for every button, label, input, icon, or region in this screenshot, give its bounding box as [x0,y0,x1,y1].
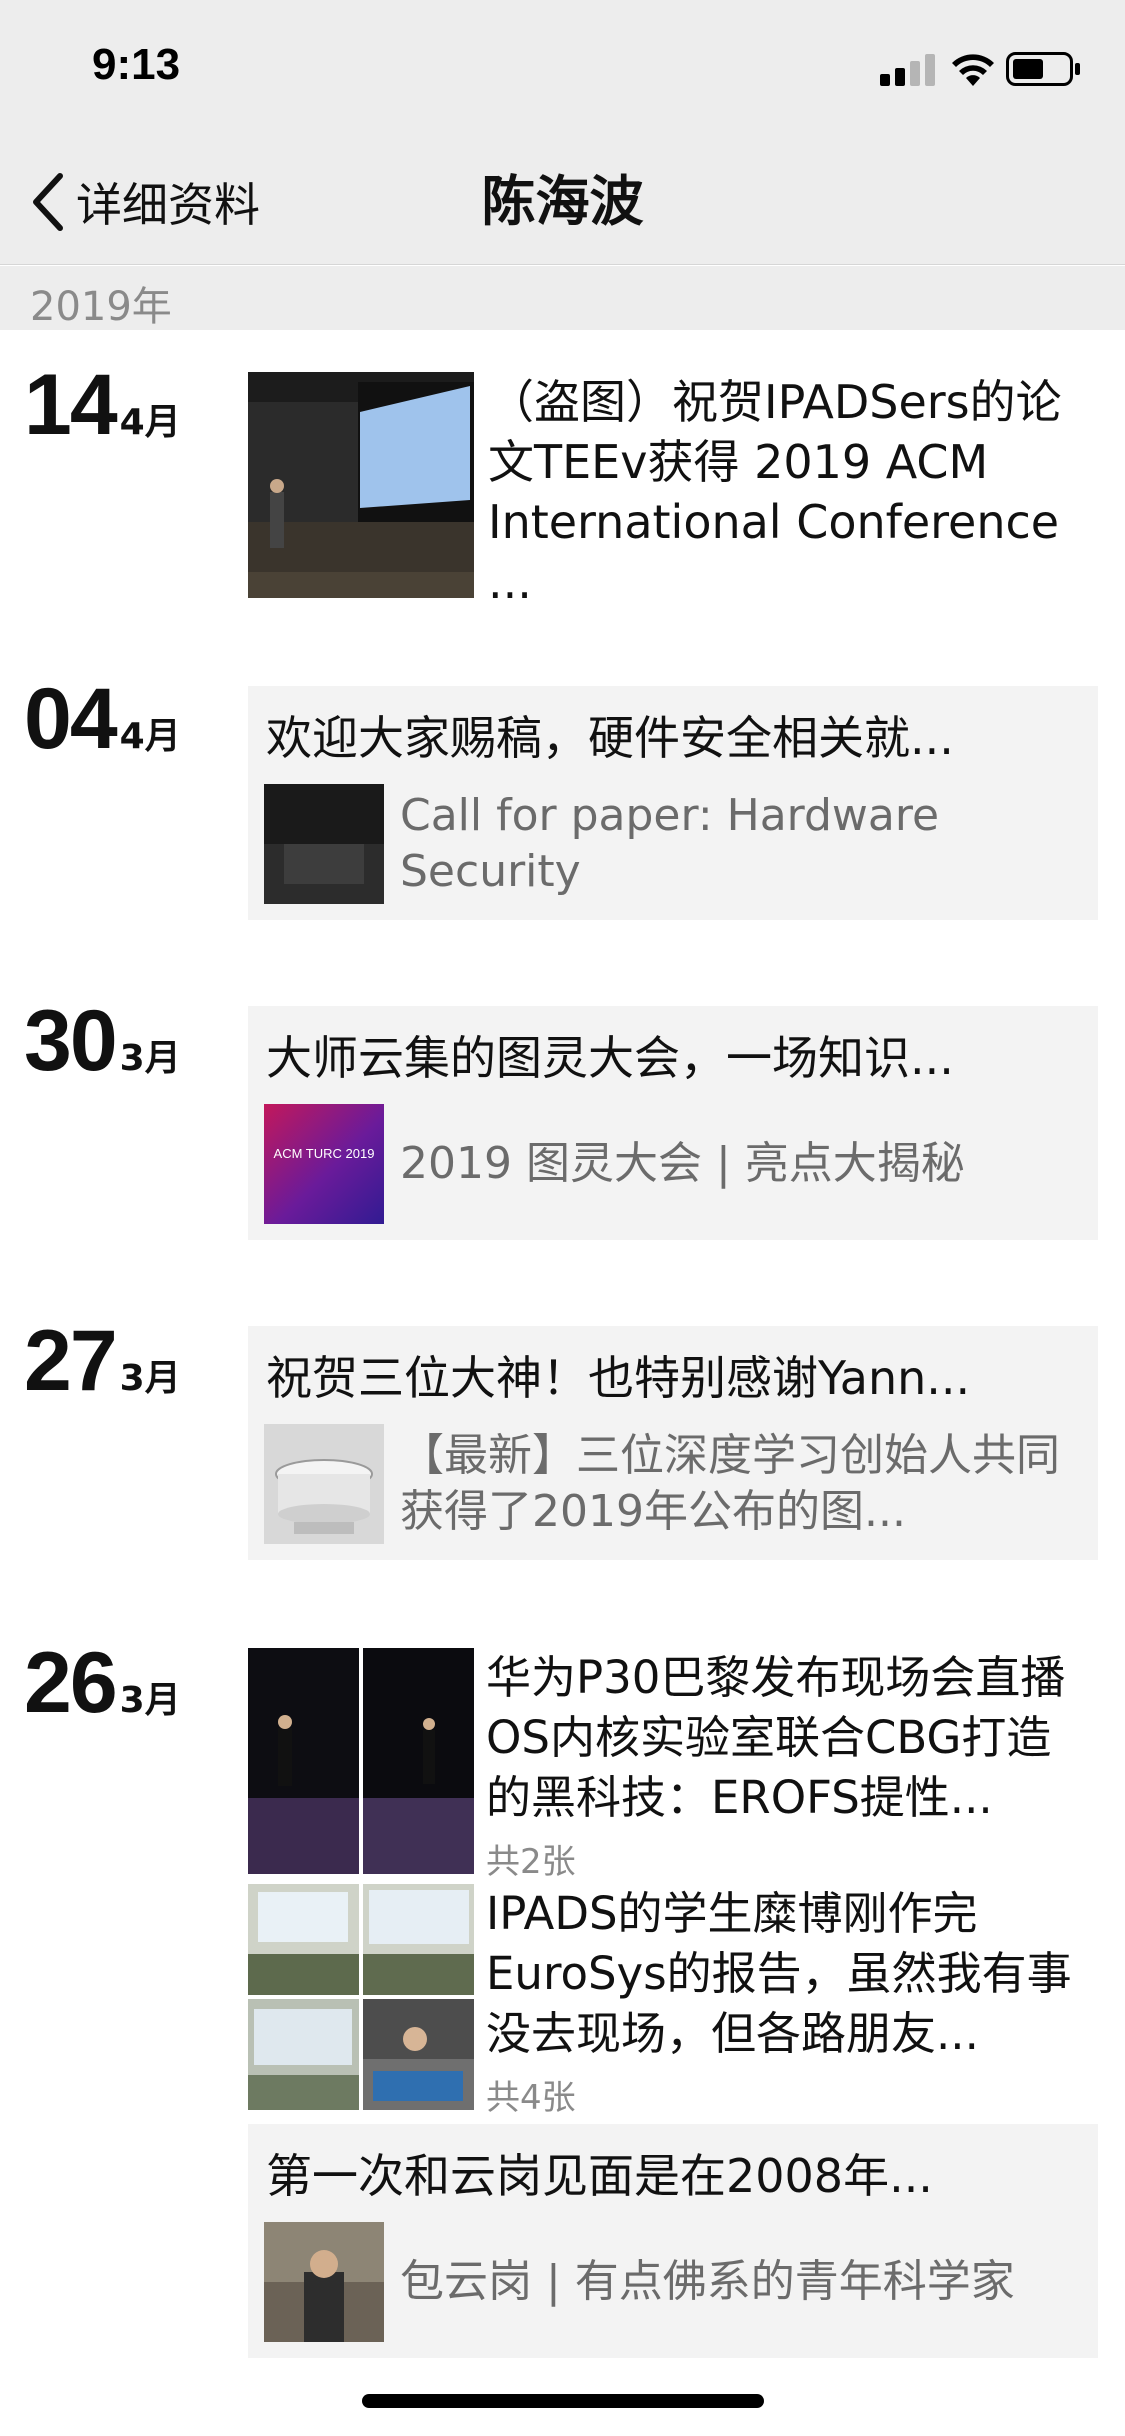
date-label: 04 4月 [24,670,181,769]
shared-article-card[interactable]: 大师云集的图灵大会，一场知识... ACM TURC 2019 2019 图灵大… [248,1006,1098,1240]
post-text: 欢迎大家赐稿，硬件安全相关就... [266,711,954,765]
post-text: 第一次和云岗见面是在2008年... [266,2149,933,2203]
post-text: 华为P30巴黎发布现场会直播OS内核实验室联合CBG打造的黑科技：EROFS提性… [486,1651,1066,1824]
year-header: 2019年 [0,266,1125,330]
post-text: 祝贺三位大神！也特别感谢Yann... [266,1351,971,1405]
home-indicator [362,2394,764,2408]
status-time: 9:13 [92,40,181,89]
date-month: 3月 [119,1038,181,1079]
shared-article-card[interactable]: 第一次和云岗见面是在2008年... 包云岗 | 有点佛系的青年科学家 [248,2124,1098,2358]
article-title: 【最新】三位深度学习创始人共同获得了2019年公布的图... [400,1430,1060,1537]
wifi-icon [952,54,994,86]
article-title: 包云岗 | 有点佛系的青年科学家 [400,2256,1015,2307]
article-thumbnail: ACM TURC 2019 [264,1104,384,1224]
post-photo[interactable] [248,1884,359,1995]
article-thumbnail [264,1424,384,1544]
date-label: 26 3月 [24,1634,181,1733]
moment-post[interactable]: 华为P30巴黎发布现场会直播OS内核实验室联合CBG打造的黑科技：EROFS提性… [248,1648,1098,1882]
date-label: 14 4月 [24,356,181,455]
date-label: 30 3月 [24,992,181,1091]
post-photo[interactable] [363,1648,474,1874]
date-month: 4月 [119,716,181,757]
post-photo[interactable] [248,1648,359,1874]
date-day: 14 [24,357,118,453]
article-thumbnail [264,784,384,904]
post-photo[interactable] [363,1999,474,2110]
year-label: 2019年 [30,284,172,330]
status-bar: 9:13 [0,0,1125,140]
post-text: 大师云集的图灵大会，一场知识... [266,1031,954,1085]
date-month: 4月 [119,402,181,443]
date-day: 26 [24,1635,118,1731]
date-month: 3月 [119,1358,181,1399]
moment-post[interactable]: （盗图）祝贺IPADSers的论文TEEv获得 2019 ACM Interna… [248,372,1098,609]
date-label: 27 3月 [24,1312,181,1411]
post-text: （盗图）祝贺IPADSers的论文TEEv获得 2019 ACM Interna… [488,375,1062,609]
article-thumbnail [264,2222,384,2342]
date-month: 3月 [119,1680,181,1721]
signal-icon [880,54,936,86]
photo-count: 共4张 [486,2078,576,2118]
date-day: 30 [24,993,118,1089]
moment-post[interactable]: IPADS的学生糜博刚作完EuroSys的报告，虽然我有事没去现场，但各路朋友.… [248,1884,1098,2118]
thumbnail-label: ACM TURC 2019 [273,1146,375,1161]
post-text: IPADS的学生糜博刚作完EuroSys的报告，虽然我有事没去现场，但各路朋友.… [486,1887,1072,2060]
battery-icon [1006,52,1080,86]
date-day: 27 [24,1313,118,1409]
date-day: 04 [24,671,118,767]
nav-bar: 详细资料 陈海波 [0,140,1125,265]
post-photo[interactable] [363,1884,474,1995]
photo-count: 共2张 [486,1842,576,1882]
shared-article-card[interactable]: 欢迎大家赐稿，硬件安全相关就... Call for paper: Hardwa… [248,686,1098,920]
article-title: Call for paper: Hardware Security [400,790,940,897]
conference-photo[interactable] [248,372,474,598]
page-title: 陈海波 [481,170,644,233]
shared-article-card[interactable]: 祝贺三位大神！也特别感谢Yann... 【最新】三位深度学习创始人共同获得了20… [248,1326,1098,1560]
article-title: 2019 图灵大会 | 亮点大揭秘 [400,1138,965,1189]
post-photo[interactable] [248,1999,359,2110]
